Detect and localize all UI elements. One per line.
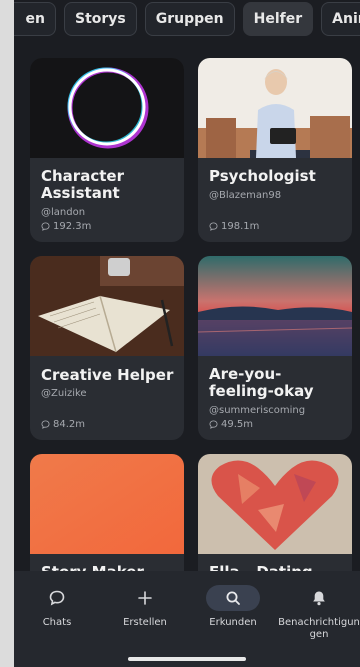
card-creative-helper[interactable]: Creative Helper @Zuizike 84.2m	[30, 256, 184, 440]
nav-create-label: Erstellen	[123, 617, 167, 628]
card-author: @summeriscoming	[209, 405, 306, 416]
nav-explore[interactable]: Erkunden	[190, 585, 276, 629]
chat-bubble-icon	[209, 222, 218, 231]
tab-anime[interactable]: Anime-Sp	[321, 2, 360, 36]
app-screen: en Storys Gruppen Helfer Anime-Sp Charac…	[14, 0, 360, 667]
plus-icon	[138, 591, 152, 605]
tab-partial-left[interactable]: en	[14, 2, 56, 36]
character-assistant-image	[30, 58, 184, 158]
card-are-you-feeling-okay[interactable]: Are-you-feeling-okay @summeriscoming 49.…	[198, 256, 352, 440]
card-title: Are-you-feeling-okay	[209, 365, 314, 400]
are-you-feeling-okay-image	[198, 256, 352, 356]
nav-notifications-label: Benachrichtigungen	[278, 617, 360, 640]
chat-bubble-icon	[209, 420, 218, 429]
nav-explore-label: Erkunden	[209, 617, 257, 628]
card-title: Creative Helper	[41, 366, 174, 384]
card-character-assistant[interactable]: Character Assistant @landon 192.3m	[30, 58, 184, 242]
card-title: Character Assistant	[41, 167, 124, 202]
psychologist-image	[198, 58, 352, 158]
card-chat-count: 198.1m	[209, 221, 259, 232]
creative-helper-image	[30, 256, 184, 356]
card-author: @landon	[41, 207, 86, 218]
card-author: @Zuizike	[41, 388, 87, 399]
story-maker-image	[30, 454, 184, 554]
chat-bubble-icon	[41, 222, 50, 231]
ella-dating-image	[198, 454, 352, 554]
card-chat-count: 84.2m	[41, 419, 85, 430]
tab-storys[interactable]: Storys	[64, 2, 137, 36]
nav-chats-label: Chats	[42, 617, 72, 628]
home-indicator	[128, 657, 246, 661]
search-icon	[226, 591, 240, 605]
tab-helfer[interactable]: Helfer	[242, 2, 314, 36]
card-title: Psychologist	[209, 167, 316, 185]
card-psychologist[interactable]: Psychologist @Blazeman98 198.1m	[198, 58, 352, 242]
card-chat-count: 192.3m	[41, 221, 91, 232]
bottom-navigation: Chats Erstellen Erkunden Benachrichtigun…	[14, 571, 360, 667]
chat-bubble-icon	[41, 420, 50, 429]
tab-gruppen[interactable]: Gruppen	[144, 2, 235, 36]
nav-notifications[interactable]: Benachrichtigungen	[278, 585, 360, 641]
bell-icon	[313, 591, 325, 606]
nav-create[interactable]: Erstellen	[102, 585, 188, 629]
card-author: @Blazeman98	[209, 190, 282, 201]
nav-chats[interactable]: Chats	[14, 585, 100, 629]
category-tabs: en Storys Gruppen Helfer Anime-Sp	[14, 0, 360, 40]
chat-bubble-icon	[49, 590, 65, 606]
card-chat-count: 49.5m	[209, 419, 253, 430]
